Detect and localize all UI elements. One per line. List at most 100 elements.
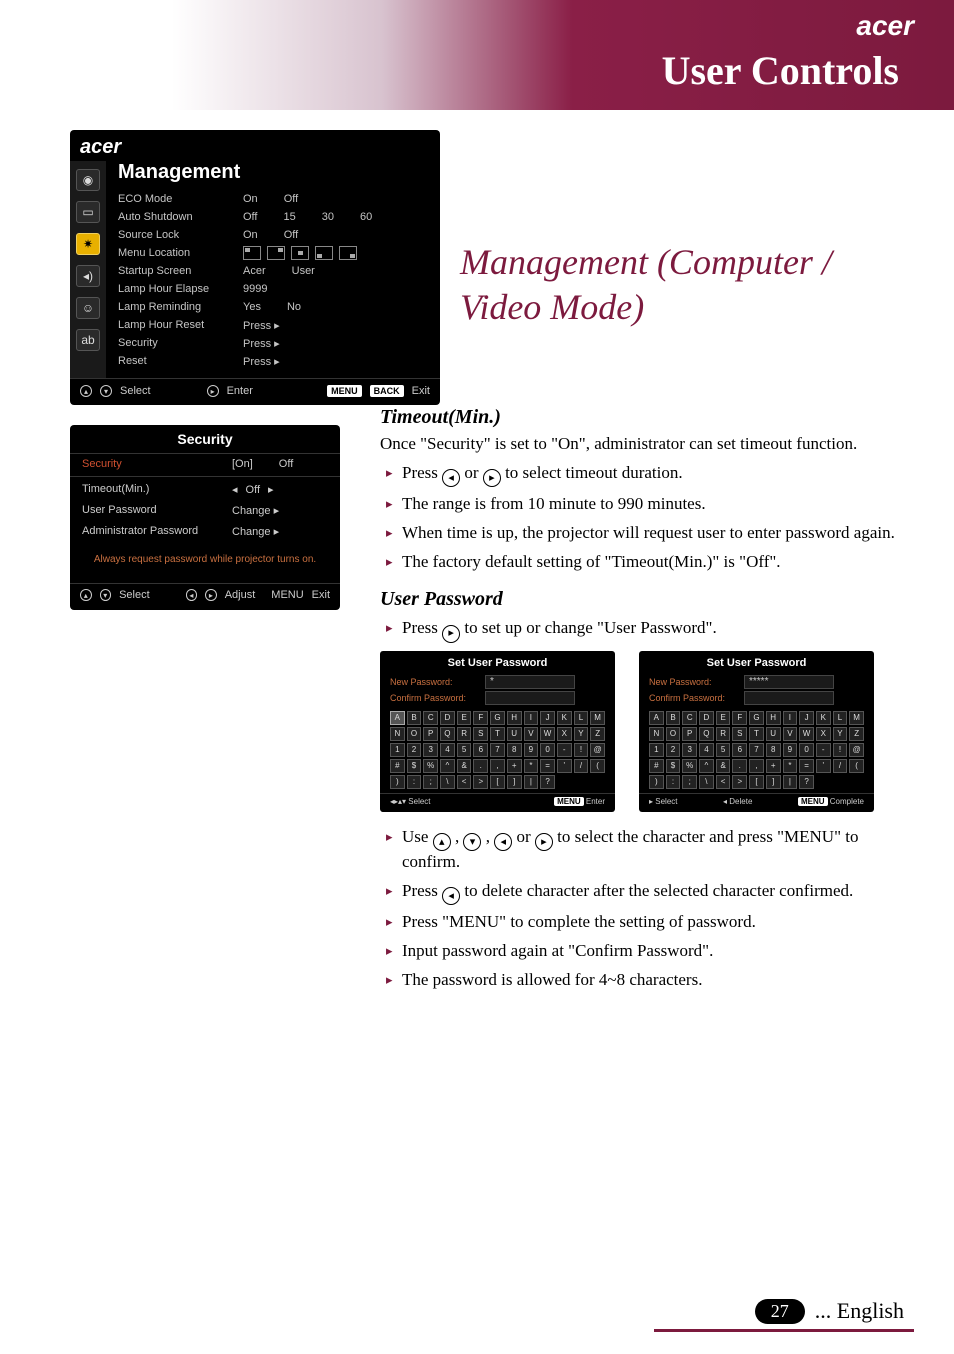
key-button[interactable]: [ <box>749 775 764 789</box>
key-button[interactable]: B <box>666 711 681 725</box>
key-button[interactable]: % <box>682 759 697 773</box>
key-button[interactable]: V <box>524 727 539 741</box>
key-button[interactable]: F <box>732 711 747 725</box>
key-button[interactable]: J <box>799 711 814 725</box>
key-button[interactable]: . <box>473 759 488 773</box>
key-button[interactable]: I <box>524 711 539 725</box>
key-button[interactable]: ? <box>540 775 555 789</box>
key-button[interactable]: P <box>423 727 438 741</box>
key-button[interactable]: 1 <box>649 743 664 757</box>
key-button[interactable]: W <box>799 727 814 741</box>
key-button[interactable]: M <box>590 711 605 725</box>
kp-grid-1[interactable]: ABCDEFGHIJKLMNOPQRSTUVWXYZ1234567890-!@#… <box>380 706 615 793</box>
key-button[interactable]: H <box>507 711 522 725</box>
key-button[interactable]: # <box>390 759 405 773</box>
key-button[interactable]: = <box>540 759 555 773</box>
key-button[interactable]: < <box>457 775 472 789</box>
menu-loc-bottomleft-icon[interactable] <box>315 246 333 260</box>
key-button[interactable]: 9 <box>524 743 539 757</box>
key-button[interactable]: Y <box>574 727 589 741</box>
key-button[interactable]: 8 <box>507 743 522 757</box>
osd-row-autoshutdown[interactable]: Auto ShutdownOff153060 <box>118 208 434 226</box>
key-button[interactable]: T <box>749 727 764 741</box>
key-button[interactable]: 9 <box>783 743 798 757</box>
key-button[interactable]: & <box>716 759 731 773</box>
menu-loc-topleft-icon[interactable] <box>243 246 261 260</box>
key-button[interactable]: 3 <box>423 743 438 757</box>
key-button[interactable]: ] <box>507 775 522 789</box>
key-button[interactable]: / <box>833 759 848 773</box>
menu-loc-center-icon[interactable] <box>291 246 309 260</box>
key-button[interactable]: S <box>732 727 747 741</box>
key-button[interactable]: W <box>540 727 555 741</box>
sec-row-adminpw[interactable]: Administrator PasswordChange ▸ <box>70 521 340 542</box>
key-button[interactable]: ; <box>423 775 438 789</box>
key-button[interactable]: , <box>749 759 764 773</box>
osd-row-menulocation[interactable]: Menu Location <box>118 244 434 262</box>
kp-new-field[interactable]: ***** <box>744 675 834 689</box>
sec-row-timeout[interactable]: Timeout(Min.)◂Off▸ <box>70 479 340 500</box>
key-button[interactable]: # <box>649 759 664 773</box>
osd-row-eco[interactable]: ECO ModeOnOff <box>118 190 434 208</box>
key-button[interactable]: R <box>457 727 472 741</box>
key-button[interactable]: P <box>682 727 697 741</box>
key-button[interactable]: ; <box>682 775 697 789</box>
key-button[interactable]: - <box>557 743 572 757</box>
key-button[interactable]: L <box>574 711 589 725</box>
key-button[interactable]: 5 <box>457 743 472 757</box>
key-button[interactable]: ( <box>590 759 605 773</box>
key-button[interactable]: @ <box>590 743 605 757</box>
key-button[interactable]: Q <box>699 727 714 741</box>
speaker-icon[interactable]: ◂) <box>76 265 100 287</box>
key-button[interactable]: E <box>457 711 472 725</box>
key-button[interactable]: 3 <box>682 743 697 757</box>
key-button[interactable]: , <box>490 759 505 773</box>
key-button[interactable]: X <box>816 727 831 741</box>
lamp-icon[interactable]: ☺ <box>76 297 100 319</box>
key-button[interactable]: B <box>407 711 422 725</box>
key-button[interactable]: K <box>557 711 572 725</box>
key-button[interactable]: \ <box>699 775 714 789</box>
key-button[interactable]: Y <box>833 727 848 741</box>
key-button[interactable]: ' <box>816 759 831 773</box>
key-button[interactable]: 7 <box>749 743 764 757</box>
key-button[interactable]: C <box>682 711 697 725</box>
key-button[interactable]: - <box>816 743 831 757</box>
key-button[interactable]: T <box>490 727 505 741</box>
key-button[interactable]: L <box>833 711 848 725</box>
key-button[interactable]: 8 <box>766 743 781 757</box>
key-button[interactable]: ! <box>574 743 589 757</box>
key-button[interactable]: A <box>390 711 405 725</box>
key-button[interactable]: = <box>799 759 814 773</box>
key-button[interactable]: $ <box>407 759 422 773</box>
key-button[interactable]: * <box>783 759 798 773</box>
key-button[interactable]: I <box>783 711 798 725</box>
key-button[interactable]: K <box>816 711 831 725</box>
key-button[interactable]: O <box>666 727 681 741</box>
key-button[interactable]: $ <box>666 759 681 773</box>
language-icon[interactable]: ab <box>76 329 100 351</box>
key-button[interactable]: > <box>473 775 488 789</box>
key-button[interactable]: X <box>557 727 572 741</box>
key-button[interactable]: ^ <box>699 759 714 773</box>
key-button[interactable]: \ <box>440 775 455 789</box>
kp-grid-2[interactable]: ABCDEFGHIJKLMNOPQRSTUVWXYZ1234567890-!@#… <box>639 706 874 793</box>
key-button[interactable]: ^ <box>440 759 455 773</box>
key-button[interactable]: % <box>423 759 438 773</box>
key-button[interactable]: 4 <box>440 743 455 757</box>
key-button[interactable]: J <box>540 711 555 725</box>
key-button[interactable]: | <box>524 775 539 789</box>
key-button[interactable]: 2 <box>666 743 681 757</box>
key-button[interactable]: 1 <box>390 743 405 757</box>
kp-confirm-field[interactable] <box>485 691 575 705</box>
key-button[interactable]: ) <box>649 775 664 789</box>
key-button[interactable]: ) <box>390 775 405 789</box>
key-button[interactable]: E <box>716 711 731 725</box>
key-button[interactable]: | <box>783 775 798 789</box>
key-button[interactable]: M <box>849 711 864 725</box>
key-button[interactable]: + <box>766 759 781 773</box>
key-button[interactable]: V <box>783 727 798 741</box>
osd-row-lampremind[interactable]: Lamp RemindingYesNo <box>118 298 434 316</box>
key-button[interactable]: C <box>423 711 438 725</box>
key-button[interactable]: * <box>524 759 539 773</box>
